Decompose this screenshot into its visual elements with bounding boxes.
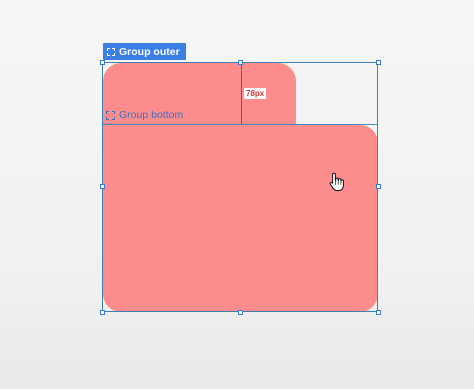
group-outer-label: Group outer [119, 45, 180, 58]
resize-handle-top-left[interactable] [100, 60, 105, 65]
dashed-group-icon [106, 110, 115, 120]
group-bottom-label: Group bottom [119, 109, 184, 121]
distance-measure-line [241, 63, 242, 125]
resize-handle-bottom-right[interactable] [376, 310, 381, 315]
resize-handle-bottom-center[interactable] [238, 310, 243, 315]
resize-handle-bottom-left[interactable] [100, 310, 105, 315]
dashed-group-icon [107, 47, 115, 56]
resize-handle-middle-right[interactable] [376, 184, 381, 189]
resize-handle-middle-left[interactable] [100, 184, 105, 189]
resize-handle-top-center[interactable] [238, 60, 243, 65]
design-canvas[interactable]: 78px Group outer Group bottom [0, 0, 474, 389]
resize-handle-top-right[interactable] [376, 60, 381, 65]
distance-measure-label: 78px [244, 88, 267, 99]
group-bottom-tag[interactable]: Group bottom [106, 109, 183, 121]
hand-pointer-icon [329, 172, 344, 192]
group-bottom-shape[interactable] [103, 125, 378, 312]
group-outer-tag[interactable]: Group outer [103, 43, 186, 60]
